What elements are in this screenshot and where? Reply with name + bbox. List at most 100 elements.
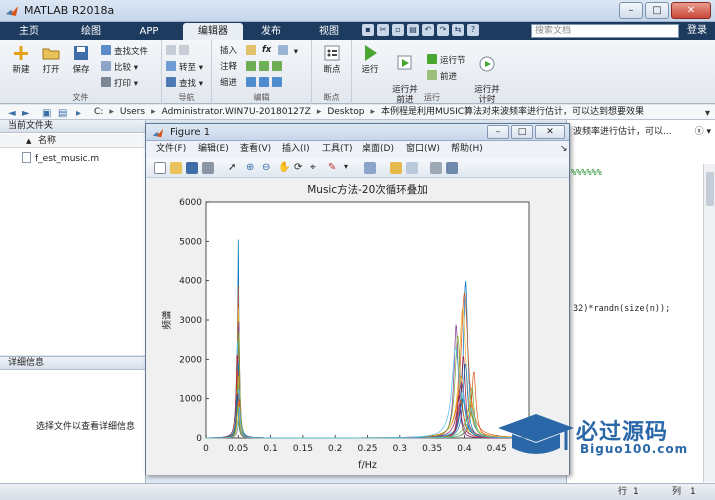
link-plot-icon[interactable] bbox=[364, 162, 376, 174]
open-folder-icon bbox=[42, 48, 60, 60]
code-line-comment[interactable]: %%%%%% bbox=[571, 168, 602, 178]
goto-icon bbox=[166, 61, 176, 71]
minimize-button[interactable]: – bbox=[619, 2, 643, 19]
name-column-header[interactable]: ▲ 名称 bbox=[0, 134, 146, 148]
save-button[interactable]: 保存 bbox=[66, 43, 96, 75]
undo-icon[interactable]: ↶ bbox=[422, 24, 434, 36]
nav-back-icon[interactable] bbox=[166, 45, 192, 57]
tab-editor[interactable]: 编辑器 bbox=[183, 23, 243, 40]
menu-file[interactable]: 文件(F) bbox=[156, 142, 186, 157]
hide-plot-tools-icon[interactable] bbox=[430, 162, 442, 174]
login-button[interactable]: 登录 bbox=[681, 24, 713, 38]
menu-help[interactable]: 帮助(H) bbox=[451, 142, 483, 157]
copy-icon[interactable]: ▫ bbox=[392, 24, 404, 36]
figure-menubar: 文件(F) 编辑(E) 查看(V) 插入(I) 工具(T) 桌面(D) 窗口(W… bbox=[146, 142, 569, 157]
menu-dock-icon[interactable]: ↘ bbox=[560, 142, 568, 157]
back-arrow-icon[interactable]: ◄ bbox=[8, 106, 16, 121]
figure-maximize-button[interactable]: □ bbox=[511, 125, 533, 139]
redo-icon[interactable]: ↷ bbox=[437, 24, 449, 36]
editor-panel-buttons[interactable]: ⓧ ▾ bbox=[695, 124, 711, 137]
tab-home[interactable]: 主页 bbox=[8, 23, 50, 40]
show-plot-tools-icon[interactable] bbox=[446, 162, 458, 174]
file-item[interactable]: f_est_music.m bbox=[22, 152, 99, 165]
col-value: 1 bbox=[690, 487, 696, 497]
figure-close-button[interactable]: ✕ bbox=[535, 125, 565, 139]
advance-button[interactable]: 前进 bbox=[427, 70, 457, 82]
breadcrumb-separator-icon: ▸ bbox=[370, 107, 375, 117]
brush-icon[interactable]: ✎ bbox=[328, 162, 340, 174]
scrollbar-thumb[interactable] bbox=[706, 172, 714, 206]
breadcrumb-item[interactable]: Administrator.WIN7U-20180127Z bbox=[162, 107, 311, 117]
figure-titlebar[interactable]: Figure 1 – □ ✕ bbox=[146, 124, 569, 141]
menu-insert[interactable]: 插入(I) bbox=[282, 142, 310, 157]
brush-dropdown-icon[interactable]: ▾ bbox=[344, 162, 356, 174]
print-icon bbox=[101, 77, 111, 87]
insert-icons[interactable] bbox=[246, 45, 259, 57]
menu-desktop[interactable]: 桌面(D) bbox=[362, 142, 394, 157]
paste-icon[interactable]: ▤ bbox=[407, 24, 419, 36]
menu-view[interactable]: 查看(V) bbox=[240, 142, 271, 157]
search-input[interactable]: 搜索文档 bbox=[531, 24, 679, 38]
menu-edit[interactable]: 编辑(E) bbox=[198, 142, 229, 157]
save-figure-icon[interactable] bbox=[186, 162, 198, 174]
new-button[interactable]: 新建 bbox=[6, 43, 36, 75]
new-figure-icon[interactable] bbox=[154, 162, 166, 174]
indent-button[interactable]: 缩进 bbox=[220, 77, 237, 89]
run-button[interactable]: 运行 bbox=[355, 43, 385, 75]
indent-icons[interactable] bbox=[246, 77, 285, 89]
browse-folder-icon[interactable]: ▤ bbox=[58, 106, 67, 121]
menu-tools[interactable]: 工具(T) bbox=[322, 142, 353, 157]
save-icon[interactable]: ▪ bbox=[362, 24, 374, 36]
data-cursor-icon[interactable]: ⌖ bbox=[310, 162, 322, 174]
legend-icon[interactable] bbox=[406, 162, 418, 174]
col-label: 列 bbox=[672, 487, 682, 497]
cut-icon[interactable]: ✂ bbox=[377, 24, 389, 36]
breadcrumb[interactable]: C: ▸ Users ▸ Administrator.WIN7U-20180127Z ▸ D… bbox=[94, 105, 650, 120]
print-figure-icon[interactable] bbox=[202, 162, 214, 174]
find-button[interactable]: 查找 ▾ bbox=[166, 77, 203, 89]
tab-publish[interactable]: 发布 bbox=[250, 23, 292, 40]
print-button[interactable]: 打印 ▾ bbox=[101, 77, 138, 89]
tab-apps[interactable]: APP bbox=[128, 23, 170, 40]
fx-button[interactable]: fx bbox=[262, 44, 271, 56]
open-file-icon[interactable] bbox=[170, 162, 182, 174]
breakpoint-button[interactable]: 断点 bbox=[317, 43, 347, 75]
open-button[interactable]: 打开 bbox=[36, 43, 66, 75]
goto-button[interactable]: 转至 ▾ bbox=[166, 61, 203, 73]
zoom-out-icon[interactable]: ⊖ bbox=[262, 162, 274, 174]
colorbar-icon[interactable] bbox=[390, 162, 402, 174]
insert-button[interactable]: 插入 bbox=[220, 45, 237, 57]
run-section-button[interactable]: 运行节 bbox=[427, 54, 466, 66]
comment-icons[interactable] bbox=[246, 61, 285, 73]
details-title: 详细信息 bbox=[0, 357, 145, 370]
insert-more-icon[interactable]: ▾ bbox=[278, 45, 298, 57]
switch-window-icon[interactable]: ⇆ bbox=[452, 24, 464, 36]
tab-view[interactable]: 视图 bbox=[308, 23, 350, 40]
up-folder-icon[interactable]: ▣ bbox=[42, 106, 51, 121]
path-dropdown-icon[interactable]: ▾ bbox=[705, 106, 710, 121]
forward-arrow-icon[interactable]: ► bbox=[22, 106, 30, 121]
close-button[interactable]: ✕ bbox=[671, 2, 711, 19]
breadcrumb-item[interactable]: Desktop bbox=[327, 107, 364, 117]
tab-plots[interactable]: 绘图 bbox=[70, 23, 112, 40]
advance-icon bbox=[427, 70, 437, 80]
breadcrumb-item[interactable]: 本例程是利用MUSIC算法对来波频率进行估计，可以达到想要效果 bbox=[381, 107, 644, 117]
find-files-button[interactable]: 查找文件 bbox=[101, 45, 148, 57]
menu-window[interactable]: 窗口(W) bbox=[406, 142, 440, 157]
rotate-icon[interactable]: ⟳ bbox=[294, 162, 306, 174]
zoom-in-icon[interactable]: ⊕ bbox=[246, 162, 258, 174]
editor-scrollbar[interactable] bbox=[703, 164, 715, 482]
breadcrumb-item[interactable]: C: bbox=[94, 107, 103, 117]
current-folder-title: 当前文件夹 bbox=[0, 120, 145, 133]
y-tick-label: 0 bbox=[196, 434, 202, 444]
help-icon[interactable]: ? bbox=[467, 24, 479, 36]
code-line-randn[interactable]: 32)*randn(size(n)); bbox=[573, 304, 670, 314]
breadcrumb-item[interactable]: Users bbox=[120, 107, 145, 117]
compare-button[interactable]: 比较 ▾ bbox=[101, 61, 138, 73]
maximize-button[interactable]: □ bbox=[645, 2, 669, 19]
figure-minimize-button[interactable]: – bbox=[487, 125, 509, 139]
pan-icon[interactable]: ✋ bbox=[278, 162, 290, 174]
comment-button[interactable]: 注释 bbox=[220, 61, 237, 73]
axes-box bbox=[205, 201, 530, 439]
pointer-icon[interactable]: ➚ bbox=[228, 162, 240, 174]
